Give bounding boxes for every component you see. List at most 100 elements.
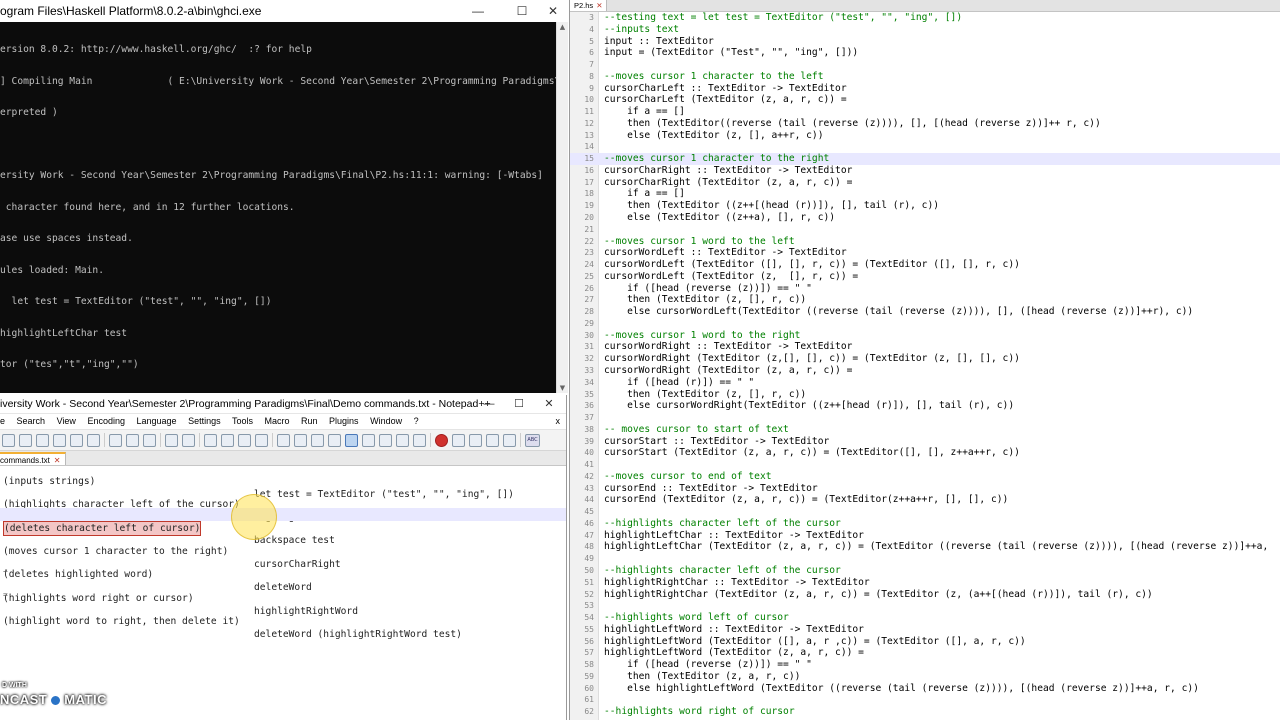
code-line[interactable]: 8 --moves cursor 1 character to the left (570, 71, 1280, 83)
code-line[interactable]: 47 highlightLeftChar :: TextEditor -> Tex… (570, 530, 1280, 542)
code-line[interactable]: 11 if a == [] (570, 106, 1280, 118)
find-icon[interactable] (204, 433, 217, 447)
code-line[interactable]: 25 cursorWordLeft (TextEditor (z, [], r, … (570, 271, 1280, 283)
code-line[interactable]: 43 cursorEnd :: TextEditor -> TextEditor (570, 483, 1280, 495)
menu-file[interactable]: e (0, 416, 5, 426)
code-line[interactable]: 50 --highlights character left of the cur… (570, 565, 1280, 577)
code-line[interactable]: 40 cursorStart (TextEditor (z, a, r, c)) … (570, 447, 1280, 459)
code-line[interactable]: 51 highlightRightChar :: TextEditor -> Te… (570, 577, 1280, 589)
console-close-button[interactable]: ✕ (541, 0, 565, 22)
haskell-editor-pane[interactable]: P2.hs ✕ 3 --testing text = let test = Text… (569, 0, 1280, 720)
record-macro-icon[interactable] (435, 433, 448, 447)
code-line[interactable]: 61 (570, 694, 1280, 706)
code-line[interactable]: 45 (570, 506, 1280, 518)
code-line[interactable]: 38 -- moves cursor to start of text (570, 424, 1280, 436)
code-line[interactable]: 13 else (TextEditor (z, [], a++r, c)) (570, 130, 1280, 142)
tab-close-icon[interactable]: ✕ (596, 1, 602, 10)
code-line[interactable]: 19 then (TextEditor ((z++[(head (r))]), … (570, 200, 1280, 212)
redo-icon[interactable] (182, 433, 195, 447)
code-line[interactable]: 14 (570, 141, 1280, 153)
close-document-button[interactable]: x (556, 414, 561, 429)
code-line[interactable]: 9 cursorCharLeft :: TextEditor -> TextEdi… (570, 83, 1280, 95)
code-line[interactable]: 18 if a == [] (570, 188, 1280, 200)
code-line[interactable]: 22 --moves cursor 1 word to the left (570, 236, 1280, 248)
code-line[interactable]: 49 (570, 553, 1280, 565)
scroll-down-arrow-icon[interactable]: ▼ (557, 384, 568, 392)
code-line[interactable]: 60 else highlightLeftWord (TextEditor ((… (570, 683, 1280, 695)
copy-icon[interactable] (126, 433, 139, 447)
code-line[interactable]: 35 then (TextEditor (z, [], r, c)) (570, 389, 1280, 401)
save-icon[interactable] (36, 433, 49, 447)
code-line[interactable]: 30 --moves cursor 1 word to the right (570, 330, 1280, 342)
ghci-console-window[interactable]: ogram Files\Haskell Platform\8.0.2-a\bin… (0, 0, 568, 393)
run-macro-multiple-icon[interactable] (486, 433, 499, 447)
new-file-icon[interactable] (2, 433, 15, 447)
code-line[interactable]: 46 --highlights character left of the cur… (570, 518, 1280, 530)
indent-guide-icon[interactable] (345, 433, 358, 447)
replace-icon[interactable] (221, 433, 234, 447)
menu-window[interactable]: Window (370, 416, 402, 426)
code-line[interactable]: 10 cursorCharLeft (TextEditor (z, a, r, c… (570, 94, 1280, 106)
scroll-up-arrow-icon[interactable]: ▲ (557, 23, 568, 31)
menu-help[interactable]: ? (414, 416, 419, 426)
monitoring-icon[interactable] (413, 433, 426, 447)
menu-search[interactable]: Search (17, 416, 46, 426)
menu-encoding[interactable]: Encoding (87, 416, 125, 426)
code-line[interactable]: 17 cursorCharRight (TextEditor (z, a, r, … (570, 177, 1280, 189)
play-macro-icon[interactable] (469, 433, 482, 447)
code-line[interactable]: 56 highlightLeftWord (TextEditor ([], a, … (570, 636, 1280, 648)
code-line[interactable]: 42 --moves cursor to end of text (570, 471, 1280, 483)
code-line[interactable]: 5 input :: TextEditor (570, 36, 1280, 48)
menu-language[interactable]: Language (137, 416, 177, 426)
notepad-text-area[interactable]: (inputs strings) let test = TextEditor (… (0, 462, 566, 720)
code-line[interactable]: 12 then (TextEditor((reverse (tail (reve… (570, 118, 1280, 130)
doc-map-icon[interactable] (362, 433, 375, 447)
code-line[interactable]: 48 highlightLeftChar (TextEditor (z, a, r… (570, 541, 1280, 553)
show-all-chars-icon[interactable] (328, 433, 341, 447)
command-row[interactable]: (deletes highlighted word) deleteWord (0, 555, 566, 593)
code-line[interactable]: 16 cursorCharRight :: TextEditor -> TextE… (570, 165, 1280, 177)
command-row[interactable]: (highlight word to right, then delete it… (0, 602, 566, 640)
notepad-maximize-button[interactable]: ☐ (508, 395, 530, 413)
paste-icon[interactable] (143, 433, 156, 447)
code-line[interactable]: 57 highlightLeftWord (TextEditor (z, a, r… (570, 647, 1280, 659)
undo-icon[interactable] (165, 433, 178, 447)
code-line[interactable]: 26 if ([head (reverse (z))]) == " " (570, 283, 1280, 295)
code-area[interactable]: 3 --testing text = let test = TextEditor … (570, 12, 1280, 720)
code-line[interactable]: 34 if ([head (r)]) == " " (570, 377, 1280, 389)
notepad-close-button[interactable]: ✕ (538, 395, 560, 413)
code-line[interactable]: 36 else cursorWordRight(TextEditor ((z++… (570, 400, 1280, 412)
console-output[interactable]: ersion 8.0.2: http://www.haskell.org/ghc… (0, 24, 568, 392)
code-line[interactable]: 4 --inputs text (570, 24, 1280, 36)
console-scrollbar[interactable]: ▲ ▼ (556, 22, 568, 393)
print-icon[interactable] (87, 433, 100, 447)
zoom-out-icon[interactable] (255, 433, 268, 447)
function-list-icon[interactable] (379, 433, 392, 447)
command-row[interactable]: (inputs strings) let test = TextEditor (… (0, 462, 566, 500)
code-line[interactable]: 54 --highlights word left of cursor (570, 612, 1280, 624)
code-line[interactable]: 15 --moves cursor 1 character to the righ… (570, 153, 1280, 165)
cut-icon[interactable] (109, 433, 122, 447)
menu-view[interactable]: View (57, 416, 76, 426)
code-line[interactable]: 24 cursorWordLeft (TextEditor ([], [], r,… (570, 259, 1280, 271)
sync-horizontal-icon[interactable] (294, 433, 307, 447)
stop-macro-icon[interactable] (452, 433, 465, 447)
menu-macro[interactable]: Macro (264, 416, 289, 426)
menu-settings[interactable]: Settings (188, 416, 221, 426)
code-line[interactable]: 21 (570, 224, 1280, 236)
code-line[interactable]: 55 highlightLeftWord :: TextEditor -> Tex… (570, 624, 1280, 636)
code-line[interactable]: 37 (570, 412, 1280, 424)
sync-vertical-icon[interactable] (277, 433, 290, 447)
code-line[interactable]: 3 --testing text = let test = TextEditor … (570, 12, 1280, 24)
code-line[interactable]: 44 cursorEnd (TextEditor (z, a, r, c)) = … (570, 494, 1280, 506)
notepad-plus-plus-window[interactable]: iversity Work - Second Year\Semester 2\P… (0, 395, 567, 720)
spell-check-icon[interactable]: ABC (525, 433, 540, 447)
code-line[interactable]: 29 (570, 318, 1280, 330)
code-line[interactable]: 31 cursorWordRight :: TextEditor -> TextE… (570, 341, 1280, 353)
tab-p2-hs[interactable]: P2.hs ✕ (570, 0, 608, 11)
save-all-icon[interactable] (53, 433, 66, 447)
code-line[interactable]: 7 (570, 59, 1280, 71)
code-line[interactable]: 53 (570, 600, 1280, 612)
console-maximize-button[interactable]: ☐ (510, 0, 534, 22)
code-line[interactable]: 33 cursorWordRight (TextEditor (z, a, r, … (570, 365, 1280, 377)
